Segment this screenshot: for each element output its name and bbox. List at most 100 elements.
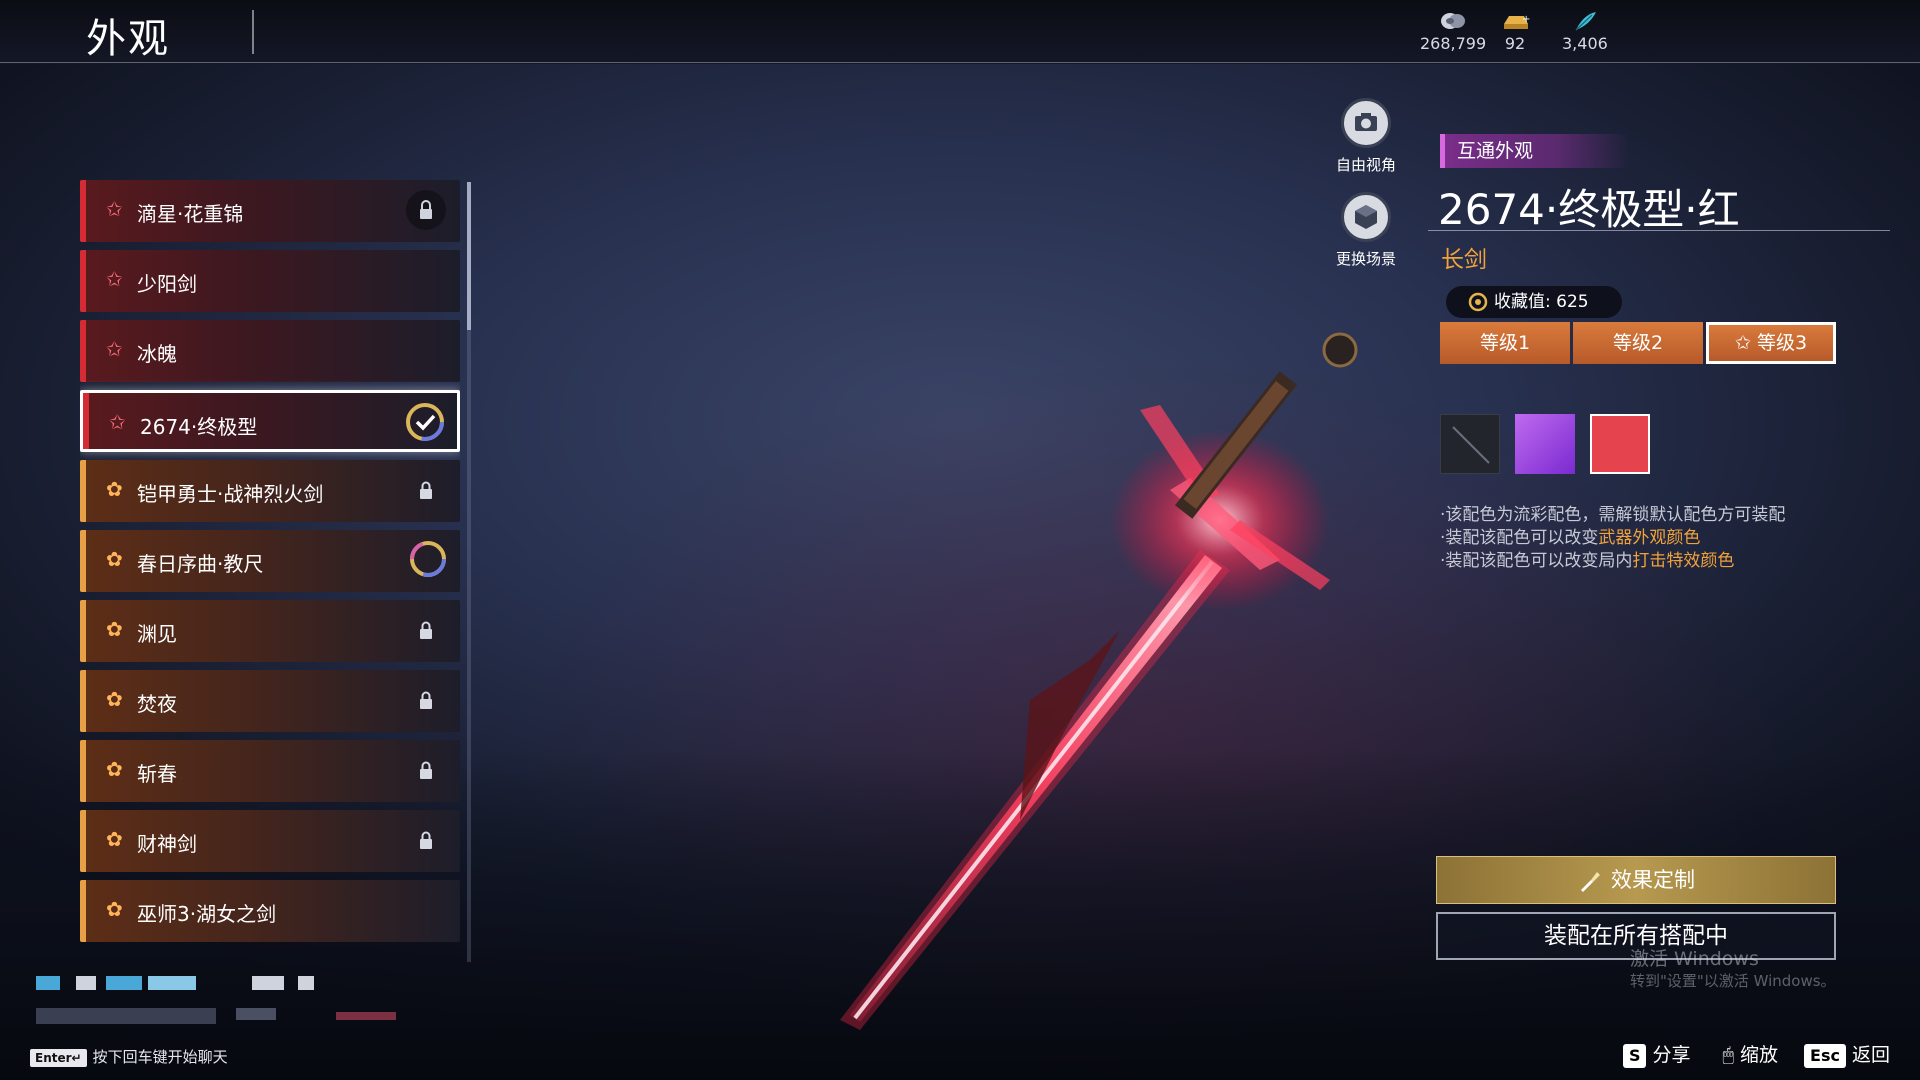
free-view-button[interactable]: 自由视角 bbox=[1330, 98, 1402, 175]
list-item-label: 焚夜 bbox=[137, 692, 177, 716]
tab-level-3[interactable]: ✩ 等级3 bbox=[1706, 322, 1836, 364]
swatch-purple[interactable] bbox=[1515, 414, 1575, 474]
list-item[interactable]: ✩ 少阳剑 bbox=[80, 250, 460, 312]
share-label: 分享 bbox=[1652, 1044, 1691, 1066]
flower-icon: ✿ bbox=[106, 547, 123, 571]
zoom-label: 缩放 bbox=[1739, 1044, 1778, 1066]
desc-line-3: ·装配该配色可以改变局内打击特效颜色 bbox=[1440, 546, 1734, 571]
list-item[interactable]: ✿ 渊见 bbox=[80, 600, 460, 662]
free-view-label: 自由视角 bbox=[1335, 156, 1396, 174]
mouse-icon: 🖱 bbox=[1722, 1044, 1734, 1066]
collection-value: 收藏值: 625 bbox=[1446, 286, 1622, 318]
svg-text:+: + bbox=[1522, 14, 1530, 25]
list-item-label: 铠甲勇士·战神烈火剑 bbox=[137, 482, 324, 506]
enter-key-icon: Enter↵ bbox=[30, 1049, 87, 1067]
effect-customize-label: 效果定制 bbox=[1611, 868, 1695, 892]
list-item-label: 巫师3·湖女之剑 bbox=[137, 902, 277, 926]
camera-icon bbox=[1341, 98, 1391, 148]
desc-line-1: ·该配色为流彩配色，需解锁默认配色方可装配 bbox=[1440, 505, 1786, 525]
lock-icon bbox=[420, 761, 432, 779]
shared-appearance-tag: 互通外观 bbox=[1440, 134, 1630, 168]
rarity-bar bbox=[80, 180, 86, 242]
swatch-red[interactable] bbox=[1590, 414, 1650, 474]
list-item[interactable]: ✿ 焚夜 bbox=[80, 670, 460, 732]
list-item[interactable]: ✿ 斩春 bbox=[80, 740, 460, 802]
back-label: 返回 bbox=[1851, 1044, 1890, 1066]
star-icon: ✩ bbox=[106, 267, 123, 291]
weapon-preview[interactable] bbox=[760, 300, 1460, 1060]
name-underline bbox=[1428, 230, 1890, 231]
page-title: 外观 bbox=[86, 16, 170, 62]
ring-icon bbox=[410, 541, 446, 577]
star-icon: ✩ bbox=[1734, 332, 1757, 354]
list-item-label: 渊见 bbox=[137, 622, 177, 646]
collection-label: 收藏值: 625 bbox=[1494, 292, 1589, 312]
zoom-control[interactable]: 🖱 缩放 bbox=[1723, 1044, 1778, 1066]
rarity-bar bbox=[83, 393, 89, 449]
rarity-bar bbox=[80, 670, 86, 732]
flower-icon: ✿ bbox=[106, 477, 123, 501]
list-item[interactable]: ✩ 冰魄 bbox=[80, 320, 460, 382]
star-icon: ✩ bbox=[106, 197, 123, 221]
watermark-line-2: 转到"设置"以激活 Windows。 bbox=[1630, 972, 1836, 990]
list-item-label: 财神剑 bbox=[137, 832, 197, 856]
rarity-bar bbox=[80, 250, 86, 312]
swatch-default[interactable] bbox=[1440, 414, 1500, 474]
flower-icon: ✿ bbox=[106, 687, 123, 711]
top-bar bbox=[0, 0, 1920, 64]
list-scrollbar-thumb[interactable] bbox=[467, 182, 471, 330]
star-icon: ✩ bbox=[106, 337, 123, 361]
rarity-bar bbox=[80, 600, 86, 662]
back-control[interactable]: Esc 返回 bbox=[1804, 1044, 1890, 1068]
rarity-bar bbox=[80, 530, 86, 592]
list-item-selected[interactable]: ✩ 2674·终极型 bbox=[80, 390, 460, 452]
equipped-check-icon bbox=[406, 403, 444, 441]
rarity-bar bbox=[80, 810, 86, 872]
tab-level-1[interactable]: 等级1 bbox=[1440, 322, 1570, 364]
tab-level-2[interactable]: 等级2 bbox=[1573, 322, 1703, 364]
item-name: 2674·终极型·红 bbox=[1438, 185, 1740, 234]
gold-ingot-icon: + bbox=[1504, 14, 1530, 29]
list-item[interactable]: ✿ 铠甲勇士·战神烈火剑 bbox=[80, 460, 460, 522]
change-scene-label: 更换场景 bbox=[1335, 250, 1396, 268]
currency-feather: 3,406 bbox=[1562, 10, 1608, 53]
currency-silver-value: 268,799 bbox=[1420, 34, 1487, 53]
desc-line-2-highlight: 武器外观颜色 bbox=[1598, 528, 1701, 548]
share-key-icon: S bbox=[1622, 1044, 1647, 1068]
list-item[interactable]: ✿ 春日序曲·教尺 bbox=[80, 530, 460, 592]
list-item[interactable]: ✩ 滴星·花重锦 bbox=[80, 180, 460, 242]
list-item-label: 2674·终极型 bbox=[140, 415, 258, 439]
desc-line-2: ·装配该配色可以改变武器外观颜色 bbox=[1440, 523, 1700, 548]
weapon-type: 长剑 bbox=[1441, 247, 1487, 273]
esc-key-icon: Esc bbox=[1804, 1044, 1846, 1068]
flower-icon: ✿ bbox=[106, 617, 123, 641]
chat-messages-blurred bbox=[36, 976, 396, 1024]
rarity-bar bbox=[80, 460, 86, 522]
title-divider bbox=[252, 10, 254, 54]
desc-line-3-highlight: 打击特效颜色 bbox=[1632, 551, 1735, 571]
level-tabs: 等级1 等级2 ✩ 等级3 bbox=[1440, 322, 1838, 364]
no-color-icon bbox=[1452, 426, 1490, 464]
lock-icon bbox=[420, 691, 432, 709]
rarity-bar bbox=[80, 740, 86, 802]
lock-icon bbox=[420, 831, 432, 849]
change-scene-button[interactable]: 更换场景 bbox=[1330, 192, 1402, 269]
list-item[interactable]: ✿ 财神剑 bbox=[80, 810, 460, 872]
brush-icon bbox=[1581, 872, 1600, 892]
tab-level-3-label: 等级3 bbox=[1756, 332, 1808, 354]
star-icon: ✩ bbox=[109, 410, 126, 434]
lock-badge-icon bbox=[406, 190, 446, 230]
rarity-bar bbox=[80, 880, 86, 942]
effect-customize-button[interactable]: 效果定制 bbox=[1436, 856, 1836, 904]
list-item[interactable]: ✿ 巫师3·湖女之剑 bbox=[80, 880, 460, 942]
chat-hint[interactable]: Enter↵ 按下回车键开始聊天 bbox=[30, 1046, 228, 1067]
footer-controls: S 分享 🖱 缩放 Esc 返回 bbox=[1622, 1040, 1890, 1068]
lock-icon bbox=[420, 621, 432, 639]
desc-line-3-text: ·装配该配色可以改变局内 bbox=[1440, 551, 1633, 571]
feather-icon bbox=[1575, 12, 1596, 31]
currency-gold: + 92 bbox=[1500, 10, 1530, 53]
flower-icon: ✿ bbox=[106, 827, 123, 851]
flower-icon: ✿ bbox=[106, 897, 123, 921]
share-control[interactable]: S 分享 bbox=[1622, 1044, 1691, 1068]
currency-gold-value: 92 bbox=[1504, 34, 1526, 53]
